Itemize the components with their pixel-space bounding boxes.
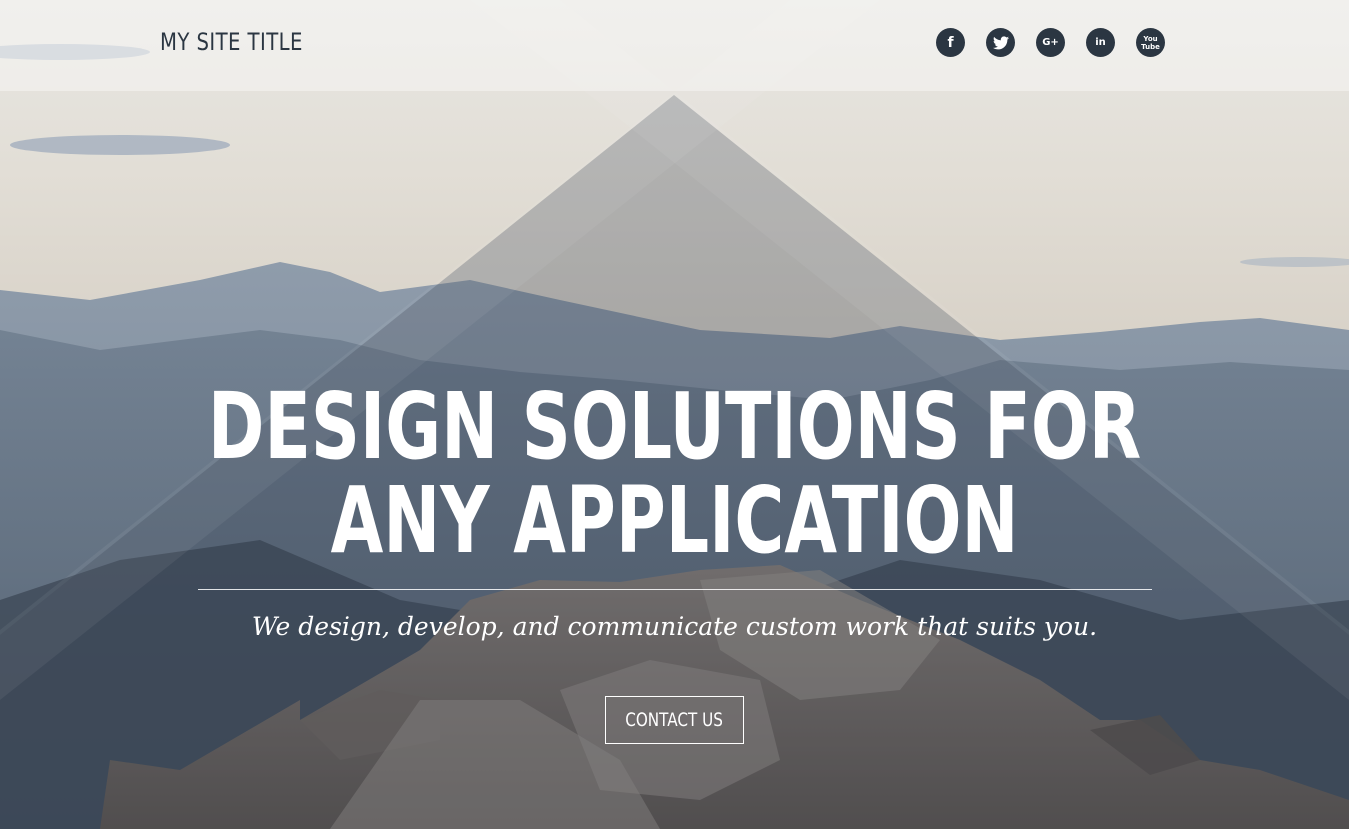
contact-us-label: CONTACT US	[625, 709, 724, 731]
google-plus-icon[interactable]: G+	[1036, 28, 1065, 57]
hero-section: MY SITE TITLE f t G+ in You Tube DESIGN …	[0, 0, 1349, 829]
google-plus-glyph: G+	[1042, 36, 1059, 48]
headline-line-1: DESIGN SOLUTIONS FOR	[207, 373, 1142, 480]
hero-headline: DESIGN SOLUTIONS FOR ANY APPLICATION	[0, 380, 1349, 568]
facebook-icon[interactable]: f	[936, 28, 965, 57]
hero-divider	[198, 589, 1152, 590]
hero-tagline: We design, develop, and communicate cust…	[251, 612, 1098, 641]
social-links: f t G+ in You Tube	[936, 28, 1165, 57]
linkedin-glyph: in	[1095, 36, 1106, 48]
headline-line-2: ANY APPLICATION	[330, 467, 1019, 574]
linkedin-icon[interactable]: in	[1086, 28, 1115, 57]
facebook-glyph: f	[947, 34, 954, 51]
youtube-icon[interactable]: You Tube	[1136, 28, 1165, 57]
site-title[interactable]: MY SITE TITLE	[160, 28, 303, 56]
twitter-bird-glyph	[992, 35, 1009, 49]
youtube-glyph: You Tube	[1141, 34, 1160, 51]
contact-us-button[interactable]: CONTACT US	[605, 696, 744, 744]
twitter-icon[interactable]: t	[986, 28, 1015, 57]
